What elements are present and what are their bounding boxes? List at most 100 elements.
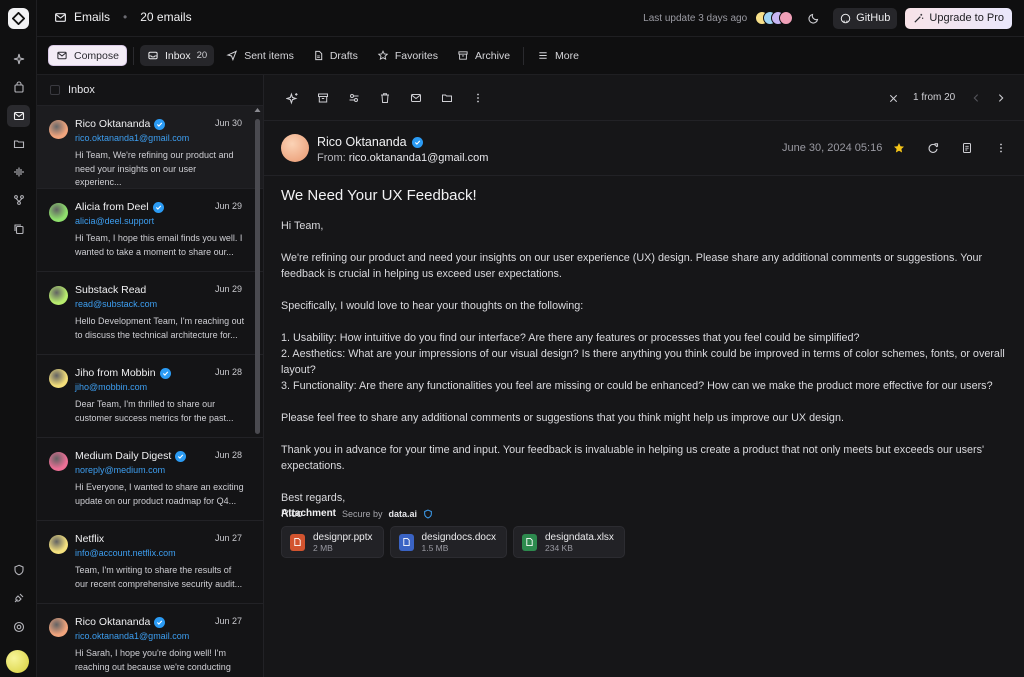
chevron-left-icon[interactable]	[967, 89, 985, 107]
more-vertical-icon[interactable]	[992, 139, 1010, 157]
tab-favorites[interactable]: Favorites	[370, 45, 445, 66]
section-title: Emails	[74, 10, 111, 24]
file-icon	[522, 533, 537, 551]
mail-email: alicia@deel.support	[75, 216, 155, 226]
body-paragraph: We're refining our product and need your…	[281, 252, 983, 280]
nav-divider	[523, 46, 525, 65]
sender-avatar	[49, 535, 68, 554]
mail-snippet: Dear Team, I'm thrilled to share our cus…	[75, 399, 234, 423]
folder-icon[interactable]	[7, 133, 30, 155]
body-list-item: 2. Aesthetics: What are your impressions…	[281, 348, 1005, 376]
list-item[interactable]: Rico Oktananda Jun 27 rico.oktananda1@gmai…	[37, 604, 263, 677]
list-header-title: Inbox	[68, 84, 95, 96]
select-all-checkbox[interactable]	[50, 85, 60, 95]
github-button[interactable]: GitHub	[833, 7, 898, 29]
list-item[interactable]: Rico Oktananda Jun 30 rico.oktananda1@gmai…	[37, 106, 263, 189]
secure-brand: data.ai	[388, 508, 418, 519]
tab-inbox-label: Inbox	[164, 49, 191, 62]
attachment-name: designdocs.docx	[421, 531, 497, 543]
bag-icon[interactable]	[7, 76, 30, 98]
theme-toggle-moon-icon[interactable]	[803, 7, 825, 29]
list-scrollbar[interactable]	[254, 107, 261, 677]
sender-avatar	[49, 452, 68, 471]
message-body: We Need Your UX Feedback! Hi Team, We're…	[281, 187, 1016, 522]
sender-avatar	[49, 120, 68, 139]
mark-unread-mail-icon[interactable]	[407, 89, 425, 107]
list-item[interactable]: Medium Daily Digest Jun 28 noreply@medium.…	[37, 438, 263, 521]
shield-icon[interactable]	[7, 559, 30, 581]
from-label: From:	[317, 152, 346, 164]
filter-sliders-icon[interactable]	[345, 89, 363, 107]
list-item[interactable]: Substack Read Jun 29 read@substack.com Hell…	[37, 272, 263, 355]
compose-label: Compose	[74, 49, 119, 62]
tab-drafts[interactable]: Drafts	[306, 45, 365, 66]
chevron-right-icon[interactable]	[992, 89, 1010, 107]
inbox-count-badge: 20	[196, 50, 208, 61]
archive-icon	[457, 50, 469, 61]
attachment-chip[interactable]: designdata.xlsx 234 KB	[513, 526, 625, 558]
mail-email: rico.oktananda1@gmail.com	[75, 631, 190, 641]
scrollbar-thumb[interactable]	[255, 119, 260, 434]
list-item[interactable]: Alicia from Deel Jun 29 alicia@deel.suppor…	[37, 189, 263, 272]
mail-snippet: Hello Development Team, I'm reaching out…	[75, 316, 245, 340]
file-icon	[290, 533, 305, 551]
send-icon	[226, 50, 238, 61]
mail-date: Jun 28	[214, 367, 242, 377]
mail-snippet: Hi Team, We're refining our product and …	[75, 150, 234, 187]
verified-badge-icon	[411, 136, 423, 148]
tab-archive[interactable]: Archive	[450, 45, 517, 66]
archive-icon[interactable]	[314, 89, 332, 107]
reply-share-icon[interactable]	[924, 139, 942, 157]
message-date: June 30, 2024 05:16	[782, 142, 883, 154]
last-update-text: Last update 3 days ago	[643, 12, 748, 24]
plug-icon[interactable]	[7, 587, 30, 609]
mail-snippet: Hi Sarah, I hope you're doing well! I'm …	[75, 648, 231, 677]
body-paragraph: Thank you in advance for your time and i…	[281, 444, 985, 472]
sender-avatar	[49, 618, 68, 637]
favorite-star-icon[interactable]	[890, 139, 908, 157]
body-paragraph: Specifically, I would love to hear your …	[281, 300, 584, 312]
message-subject: We Need Your UX Feedback!	[281, 187, 477, 204]
verified-badge-icon	[175, 450, 187, 462]
github-label: GitHub	[856, 12, 891, 24]
list-item[interactable]: Netflix Jun 27 info@account.netflix.com Tea…	[37, 521, 263, 604]
audio-wave-icon[interactable]	[7, 161, 30, 183]
tab-inbox[interactable]: Inbox 20	[139, 45, 215, 66]
breadcrumb: Emails • 20 emails	[54, 10, 192, 24]
scroll-up-arrow-icon[interactable]	[254, 107, 261, 114]
message-header: Rico Oktananda From: rico.oktananda1@gma…	[264, 121, 1024, 176]
tab-drafts-label: Drafts	[329, 49, 358, 62]
greeting: Hi Team,	[281, 220, 324, 232]
ai-sparkles-icon[interactable]	[283, 89, 301, 107]
list-item[interactable]: Jiho from Mobbin Jun 28 jiho@mobbin.com Dea…	[37, 355, 263, 438]
compose-button[interactable]: Compose	[48, 45, 127, 66]
body-paragraph: Please feel free to share any additional…	[281, 412, 844, 424]
support-icon[interactable]	[7, 616, 30, 638]
mail-email: jiho@mobbin.com	[75, 382, 148, 392]
workflow-icon[interactable]	[7, 189, 30, 211]
document-note-icon[interactable]	[958, 139, 976, 157]
more-menu-button[interactable]: More	[530, 45, 586, 66]
mail-sender: Jiho from Mobbin	[75, 367, 156, 379]
attachment-chip[interactable]: designpr.pptx 2 MB	[281, 526, 384, 558]
attachment-list: designpr.pptx 2 MB designdocs.docx 1.5 MB de…	[281, 526, 625, 558]
move-to-folder-icon[interactable]	[438, 89, 456, 107]
app-logo-icon[interactable]	[8, 8, 29, 29]
sender-avatar	[49, 286, 68, 305]
more-vertical-icon[interactable]	[469, 89, 487, 107]
sender-avatar	[281, 134, 309, 162]
attachment-chip[interactable]: designdocs.docx 1.5 MB	[389, 526, 507, 558]
upgrade-button[interactable]: Upgrade to Pro	[905, 7, 1012, 29]
trash-icon[interactable]	[376, 89, 394, 107]
sender-name-row: Rico Oktananda	[317, 135, 423, 149]
sparkles-icon[interactable]	[7, 48, 30, 70]
sender-name: Rico Oktananda	[317, 135, 407, 149]
copy-icon[interactable]	[7, 218, 30, 240]
user-avatar[interactable]	[6, 650, 29, 673]
reader-toolbar: 1 from 20	[264, 75, 1024, 121]
sender-email[interactable]: rico.oktananda1@gmail.com	[349, 152, 489, 164]
top-bar: Emails • 20 emails Last update 3 days ag…	[37, 0, 1024, 37]
mail-icon[interactable]	[7, 105, 30, 127]
close-icon[interactable]	[884, 89, 902, 107]
tab-sent-items[interactable]: Sent items	[219, 45, 301, 66]
